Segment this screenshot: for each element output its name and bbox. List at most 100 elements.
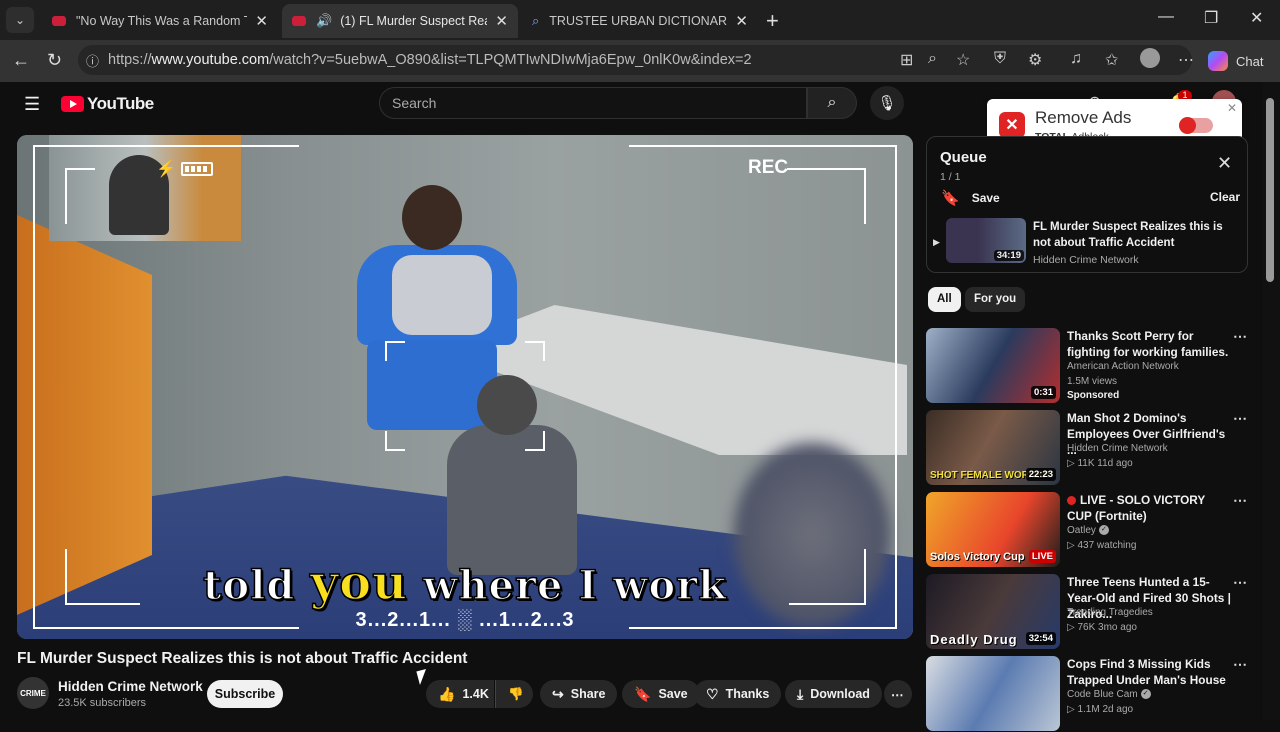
- more-vertical-icon[interactable]: ⋯: [1233, 492, 1247, 509]
- thanks-button[interactable]: ♡ Thanks: [694, 680, 782, 708]
- live-dot-icon: [1067, 496, 1076, 506]
- favorite-star-icon[interactable]: ☆: [956, 50, 970, 70]
- dislike-button[interactable]: 👎: [495, 680, 533, 708]
- video-player[interactable]: ⚡ REC told you where I work 3...2...1...…: [17, 135, 913, 639]
- queue-item-title[interactable]: FL Murder Suspect Realizes this is not a…: [1033, 219, 1243, 251]
- focus-bracket: [543, 341, 545, 361]
- youtube-logo[interactable]: YouTube: [61, 94, 154, 114]
- queue-clear-button[interactable]: Clear: [1210, 190, 1240, 204]
- browser-tab-3[interactable]: ⌕ TRUSTEE URBAN DICTIONARY - Se ✕: [522, 4, 758, 38]
- more-vertical-icon[interactable]: ⋯: [1233, 410, 1247, 427]
- video-thumbnail[interactable]: 0:31: [926, 328, 1060, 403]
- profile-avatar[interactable]: [1140, 48, 1160, 68]
- queue-item-thumbnail[interactable]: 34:19: [946, 218, 1026, 263]
- url-prefix: https://: [108, 52, 152, 68]
- tab-actions-chevron-icon[interactable]: ⌄: [6, 7, 34, 33]
- channel-name[interactable]: Hidden Crime Network: [58, 679, 203, 694]
- video-thumbnail[interactable]: Deadly Drug 32:54: [926, 574, 1060, 649]
- video-thumbnail[interactable]: Solos Victory Cup LIVE: [926, 492, 1060, 567]
- download-button[interactable]: ⤓ Download: [785, 680, 882, 708]
- channel-name[interactable]: Trending Tragedies: [1067, 607, 1153, 618]
- subscribe-button[interactable]: Subscribe: [207, 680, 283, 708]
- site-info-icon[interactable]: ⓘ: [86, 51, 99, 70]
- channel-name[interactable]: Code Blue Cam ✓: [1067, 689, 1151, 700]
- video-title[interactable]: Thanks Scott Perry for fighting for work…: [1067, 328, 1232, 360]
- video-title: FL Murder Suspect Realizes this is not a…: [17, 650, 468, 667]
- close-queue-icon[interactable]: ✕: [1217, 153, 1232, 174]
- list-item[interactable]: Deadly Drug 32:54 Three Teens Hunted a 1…: [926, 574, 1251, 650]
- close-tab-icon[interactable]: ✕: [255, 12, 268, 30]
- bookmark-icon: 🔖: [634, 685, 652, 702]
- close-tab-icon[interactable]: ✕: [495, 12, 508, 30]
- duration-badge: 32:54: [1025, 632, 1056, 645]
- more-vertical-icon[interactable]: ⋯: [1233, 656, 1247, 673]
- video-meta: ▷ 11K 11d ago: [1067, 458, 1133, 469]
- scrollbar-thumb[interactable]: [1266, 98, 1274, 282]
- browser-tab-2[interactable]: 🔊 (1) FL Murder Suspect Realize ✕: [282, 4, 518, 38]
- queue-save-label: Save: [971, 191, 1000, 205]
- thumbnail-text: Solos Victory Cup: [930, 551, 1025, 563]
- more-menu-icon[interactable]: ⋯: [1178, 50, 1194, 70]
- battery-icon: [181, 162, 213, 176]
- channel-name[interactable]: Oatley ✓: [1067, 525, 1109, 536]
- list-item[interactable]: Solos Victory Cup LIVE LIVE - SOLO VICTO…: [926, 492, 1251, 568]
- save-label: Save: [658, 687, 688, 701]
- favorites-list-icon[interactable]: ✩: [1105, 50, 1118, 70]
- extensions-puzzle-icon[interactable]: ⚙: [1028, 50, 1042, 70]
- adblock-extension-icon[interactable]: ⛨: [994, 50, 1006, 68]
- close-tab-icon[interactable]: ✕: [735, 12, 748, 30]
- list-item[interactable]: SHOT FEMALE WORKER 22:23 Man Shot 2 Domi…: [926, 410, 1251, 486]
- address-toolbar: ← ↻ ⓘ https://www.youtube.com/watch?v=5u…: [0, 40, 1280, 82]
- save-button[interactable]: 🔖 Save: [622, 680, 700, 708]
- new-tab-plus-icon[interactable]: +: [766, 8, 779, 34]
- verified-check-icon: ✓: [1098, 525, 1109, 536]
- list-item[interactable]: Cops Find 3 Missing Kids Trapped Under M…: [926, 656, 1251, 732]
- more-vertical-icon[interactable]: ⋯: [1233, 328, 1247, 345]
- like-count: 1.4K: [462, 687, 489, 701]
- split-screen-icon[interactable]: ♫: [1070, 50, 1082, 68]
- channel-name[interactable]: American Action Network: [1067, 361, 1179, 372]
- channel-name-text: Oatley: [1067, 525, 1096, 536]
- restore-icon[interactable]: ❐: [1204, 8, 1218, 28]
- video-thumbnail[interactable]: SHOT FEMALE WORKER 22:23: [926, 410, 1060, 485]
- browser-tab-1[interactable]: "No Way This Was a Random Traffi ✕: [42, 4, 278, 38]
- channel-avatar[interactable]: CRIME: [17, 677, 49, 709]
- chip-for-you[interactable]: For you: [965, 287, 1026, 312]
- minimize-icon[interactable]: —: [1158, 8, 1174, 26]
- thanks-label: Thanks: [725, 687, 770, 701]
- like-button[interactable]: 👍 1.4K: [426, 680, 494, 708]
- share-icon: ↪: [552, 685, 564, 702]
- share-button[interactable]: ↪ Share: [540, 680, 618, 708]
- video-title[interactable]: LIVE - SOLO VICTORY CUP (Fortnite): [1067, 492, 1232, 524]
- search-input[interactable]: Search: [379, 87, 807, 119]
- speaker-icon[interactable]: 🔊: [316, 13, 332, 29]
- video-person-detective: [447, 375, 597, 575]
- frame-line: [629, 145, 897, 147]
- youtube-logo-text: YouTube: [87, 94, 154, 113]
- list-item[interactable]: 0:31 Thanks Scott Perry for fighting for…: [926, 328, 1251, 404]
- copilot-chat-button[interactable]: Chat: [1208, 47, 1263, 75]
- hamburger-menu-icon[interactable]: ☰: [24, 94, 40, 115]
- browser-tab-title: "No Way This Was a Random Traffi: [76, 14, 247, 28]
- focus-bracket: [385, 449, 405, 451]
- more-vertical-icon[interactable]: ⋯: [1233, 574, 1247, 591]
- more-actions-button[interactable]: ⋯: [884, 680, 912, 708]
- app-available-icon[interactable]: ⊞: [900, 50, 913, 70]
- close-popup-icon[interactable]: ✕: [1227, 101, 1237, 115]
- url-field[interactable]: ⓘ https://www.youtube.com/watch?v=5uebwA…: [78, 45, 1192, 75]
- download-label: Download: [810, 687, 870, 701]
- back-arrow-icon[interactable]: ←: [12, 50, 30, 71]
- remove-ads-toggle[interactable]: [1179, 117, 1213, 134]
- search-button[interactable]: ⌕: [807, 87, 857, 119]
- video-title[interactable]: Cops Find 3 Missing Kids Trapped Under M…: [1067, 656, 1232, 688]
- channel-name[interactable]: Hidden Crime Network: [1067, 443, 1168, 454]
- video-caption: told you where I work: [17, 554, 913, 612]
- thumbs-down-icon: 👎: [508, 686, 524, 701]
- reload-icon[interactable]: ↻: [47, 50, 62, 71]
- voice-search-button[interactable]: 🎙: [870, 86, 904, 120]
- chip-all[interactable]: All: [928, 287, 961, 312]
- queue-save-button[interactable]: 🔖 Save: [941, 189, 1000, 207]
- close-window-icon[interactable]: ✕: [1250, 8, 1263, 28]
- zoom-icon[interactable]: ⌕: [928, 50, 937, 68]
- youtube-play-icon: [61, 96, 84, 112]
